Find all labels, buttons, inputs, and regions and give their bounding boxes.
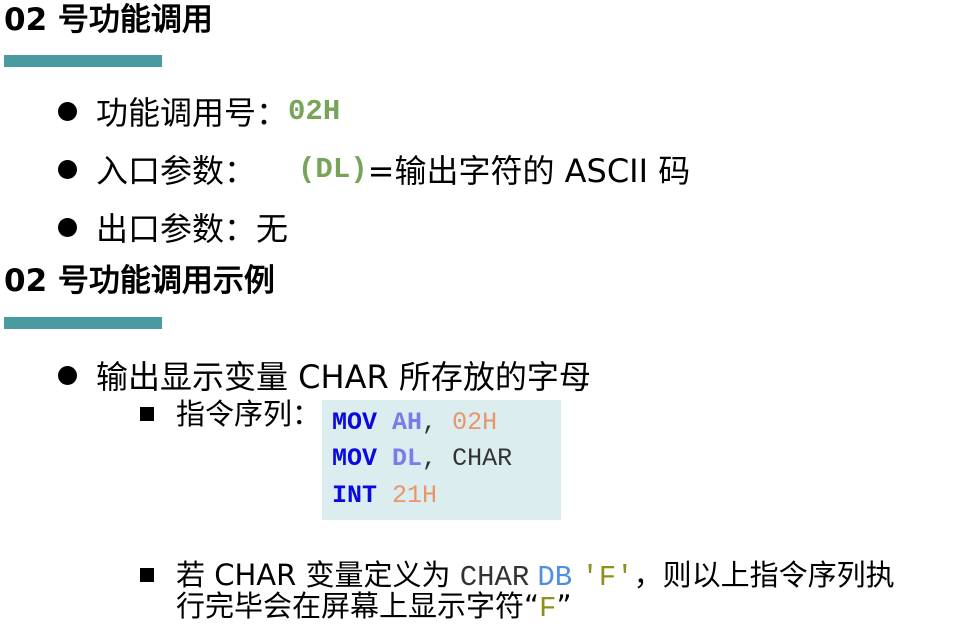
code-opcode: MOV [332, 444, 378, 473]
code-register: AH [392, 408, 423, 437]
section2-title: 02 号功能调用示例 [4, 263, 275, 299]
square-bullet-icon [140, 407, 154, 421]
code-register: DL [392, 444, 423, 473]
code-operand: CHAR [452, 444, 513, 473]
instruction-sequence-label: 指令序列： [176, 397, 322, 431]
char-definition-line1: 若 CHAR 变量定义为 CHAR DB 'F'，则以上指令序列执 [176, 558, 895, 594]
bullet-example-description: 输出显示变量 CHAR 所存放的字母 [58, 352, 591, 398]
close-quote: ” [556, 589, 572, 623]
open-quote: “ [524, 589, 540, 623]
code-line: MOV AH, 02H [332, 410, 497, 435]
displayed-char: F [539, 592, 557, 625]
code-comma: , [422, 408, 438, 437]
bullet-dot-icon [58, 217, 77, 237]
bullet-exit-params: 出口参数：无 [58, 204, 288, 250]
entry-register-code: (DL) [298, 152, 368, 186]
char-literal-code: 'F' [581, 561, 634, 594]
char-definition-prefix: 若 CHAR 变量定义为 [176, 558, 451, 592]
section1-title: 02 号功能调用 [4, 2, 213, 38]
bullet-label: 入口参数： [96, 152, 257, 190]
bullet-dot-icon [58, 159, 77, 179]
bullet-dot-icon [58, 365, 77, 385]
code-opcode: MOV [332, 408, 378, 437]
bullet-entry-params: 入口参数： (DL) =输出字符的 ASCII 码 [58, 146, 690, 192]
code-opcode: INT [332, 481, 378, 510]
bullet-dot-icon [58, 101, 77, 121]
char-definition-line2: 行完毕会在屏幕上显示字符“F” [176, 589, 572, 625]
bullet-function-number: 功能调用号： 02H [58, 88, 340, 134]
code-line: INT 21H [332, 483, 437, 508]
example-description: 输出显示变量 CHAR 所存放的字母 [96, 358, 591, 396]
bullet-label: 出口参数：无 [96, 210, 289, 248]
code-comma: , [422, 444, 438, 473]
code-block: MOV AH, 02H MOV DL, CHAR INT 21H [322, 400, 561, 520]
function-number-code: 02H [288, 94, 341, 128]
section2-title-underline [4, 317, 162, 329]
square-bullet-icon [140, 568, 154, 582]
char-definition-mid: ，则以上指令序列执 [633, 558, 895, 592]
char-definition-line2-text: 行完毕会在屏幕上显示字符 [176, 589, 525, 623]
code-operand: 21H [392, 481, 438, 510]
section1-title-underline [4, 55, 162, 67]
bullet-label: 功能调用号： [96, 94, 289, 132]
code-operand: 02H [452, 408, 498, 437]
entry-params-description: =输出字符的 ASCII 码 [367, 152, 691, 190]
code-line: MOV DL, CHAR [332, 446, 512, 471]
